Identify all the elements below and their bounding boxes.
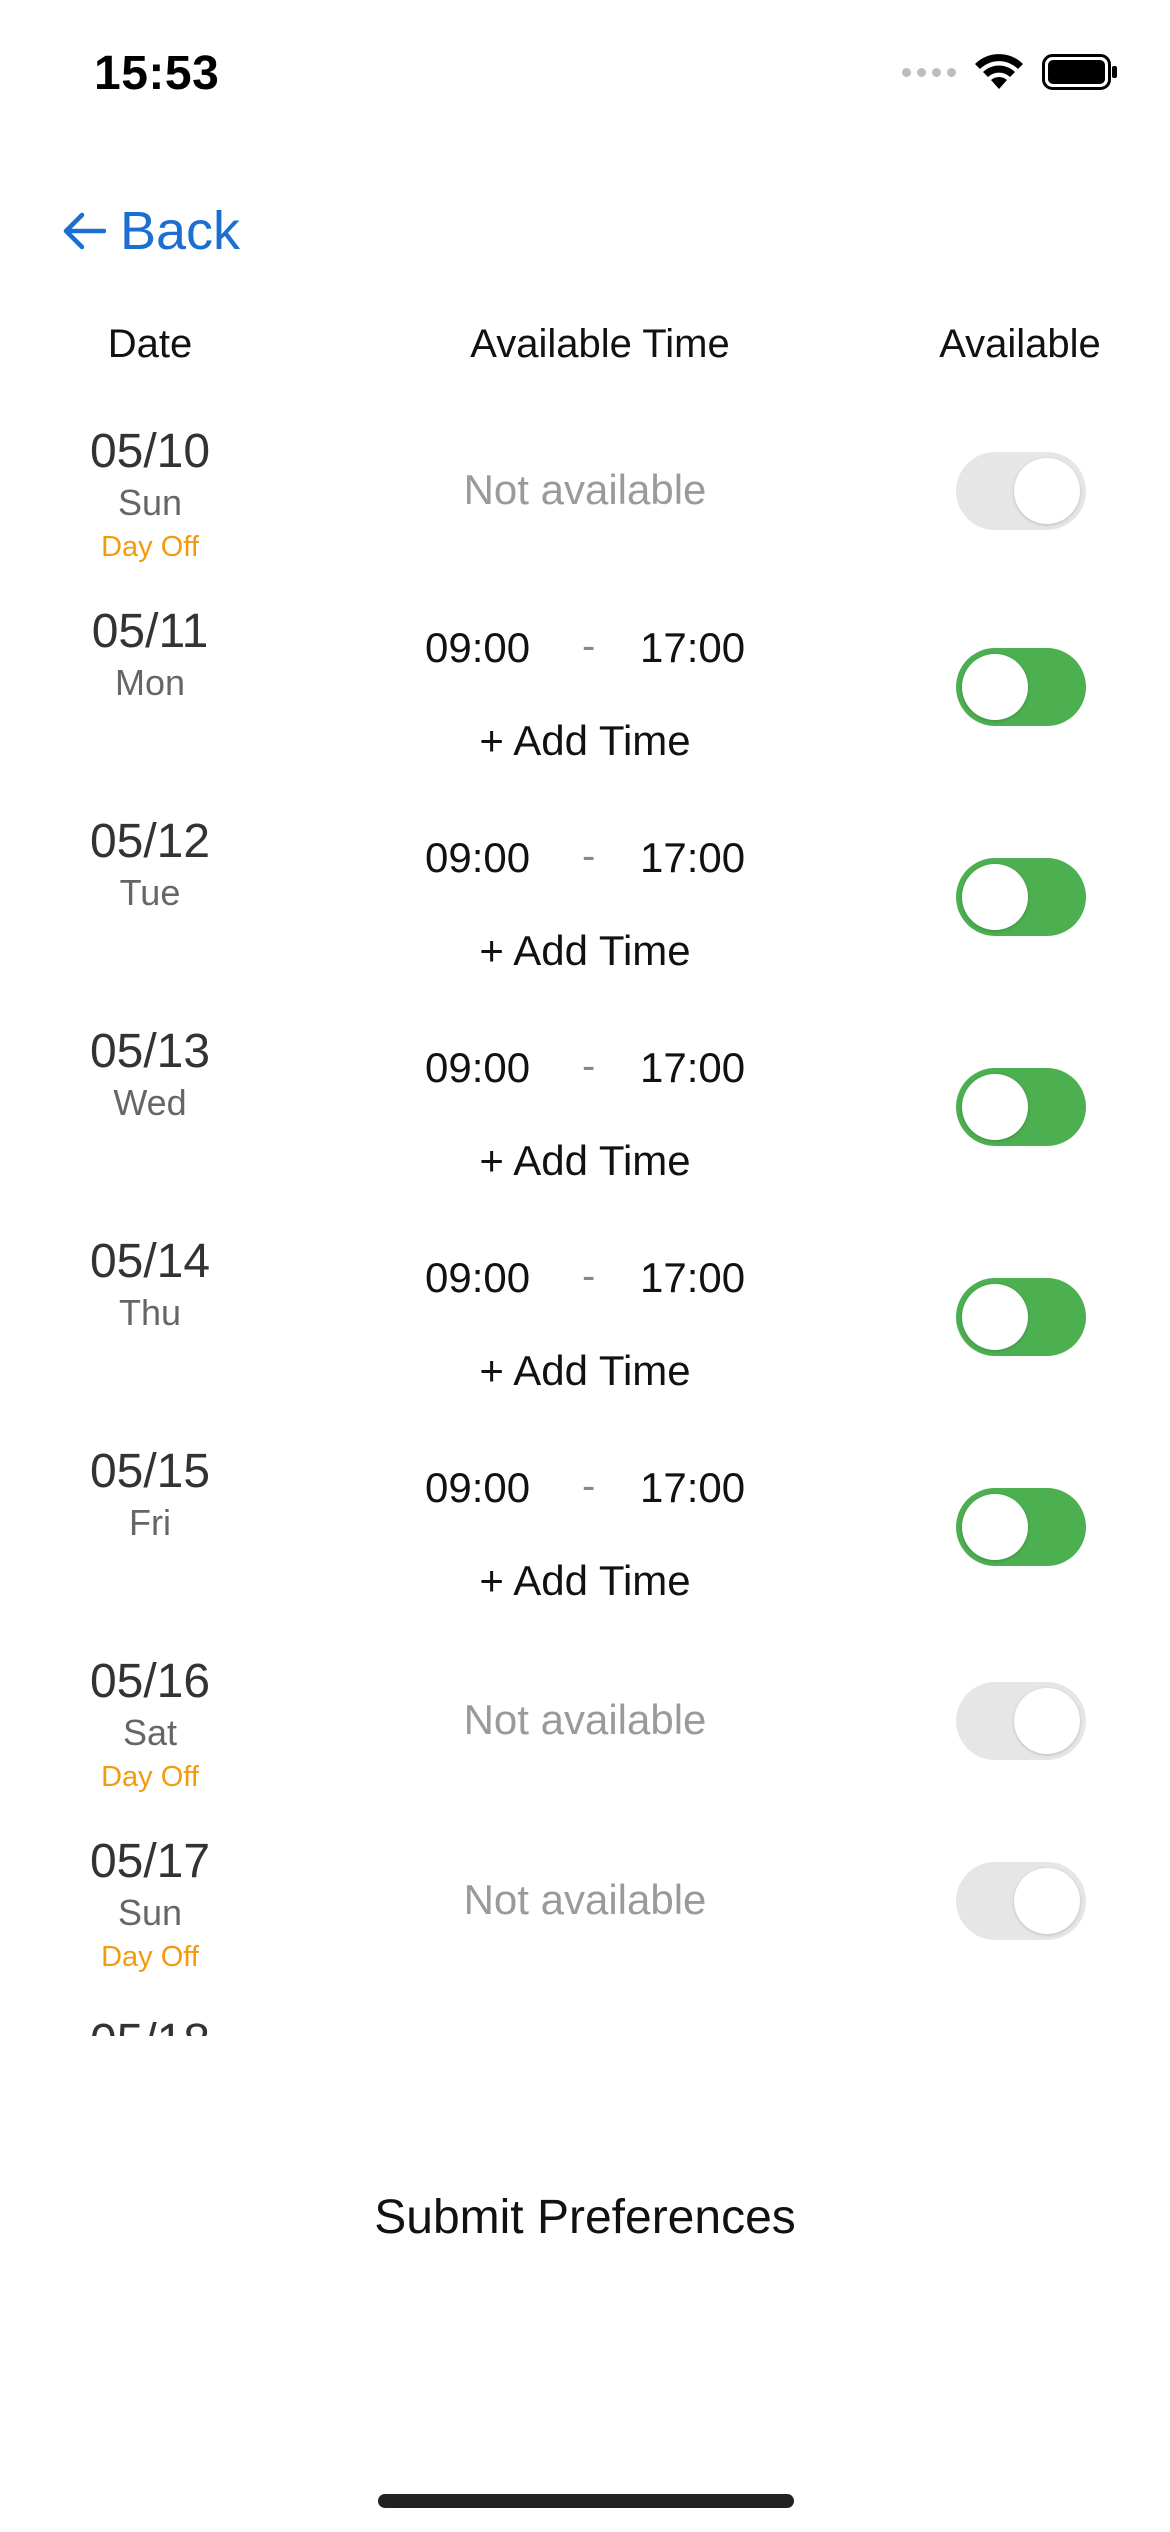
end-time-field[interactable]: 17:00 — [640, 1044, 745, 1092]
toggle-knob — [962, 864, 1028, 930]
toggle-knob — [962, 654, 1028, 720]
availability-toggle[interactable] — [956, 1488, 1086, 1566]
date-label: 05/18 — [90, 2014, 210, 2036]
time-separator: - — [582, 834, 596, 878]
end-time-field[interactable]: 17:00 — [640, 1254, 745, 1302]
availability-toggle[interactable] — [956, 1068, 1086, 1146]
date-cell: 05/15 Fri — [90, 1444, 210, 1546]
date-label: 05/16 — [89, 1655, 211, 1708]
date-label: 05/13 — [89, 1025, 211, 1078]
not-available-label: Not available — [463, 1696, 707, 1743]
end-time-field[interactable]: 17:00 — [640, 1464, 745, 1512]
day-off-label: Day Off — [101, 1941, 199, 1973]
date-label: 05/10 — [89, 425, 211, 478]
end-time-field[interactable]: 17:00 — [640, 834, 745, 882]
start-time-field[interactable]: 09:00 — [425, 1464, 530, 1512]
weekday-label: Sun — [117, 1892, 183, 1933]
add-time-button[interactable]: + Add Time — [479, 927, 690, 975]
time-separator: - — [582, 1254, 596, 1298]
start-time-field[interactable]: 09:00 — [425, 624, 530, 672]
weekday-label: Wed — [113, 1082, 187, 1123]
start-time-field[interactable]: 09:00 — [425, 1044, 530, 1092]
date-label: 05/12 — [89, 815, 211, 868]
submit-preferences-button[interactable]: Submit Preferences — [374, 2190, 796, 2245]
start-time-field[interactable]: 09:00 — [425, 1254, 530, 1302]
date-cell: 05/17 Sun Day Off — [90, 1834, 210, 1978]
time-separator: - — [582, 1464, 596, 1508]
toggle-knob — [962, 1284, 1028, 1350]
time-separator: - — [582, 1044, 596, 1088]
weekday-label: Mon — [114, 662, 186, 703]
toggle-knob — [962, 1074, 1028, 1140]
add-time-button[interactable]: + Add Time — [479, 1347, 690, 1395]
weekday-label: Sat — [122, 1712, 178, 1753]
toggle-knob — [962, 1494, 1028, 1560]
availability-toggle[interactable] — [956, 452, 1086, 530]
availability-toggle[interactable] — [956, 1862, 1086, 1940]
toggle-knob — [1014, 1868, 1080, 1934]
weekday-label: Thu — [118, 1292, 182, 1333]
add-time-button[interactable]: + Add Time — [479, 1137, 690, 1185]
availability-toggle[interactable] — [956, 858, 1086, 936]
date-cell: 05/13 Wed — [90, 1024, 210, 1126]
availability-list[interactable]: 05/10 Sun Day Off Not available 05/11 Mo… — [0, 0, 1170, 2036]
add-time-button[interactable]: + Add Time — [479, 717, 690, 765]
date-label: 05/15 — [89, 1445, 211, 1498]
availability-toggle[interactable] — [956, 648, 1086, 726]
date-cell: 05/16 Sat Day Off — [90, 1654, 210, 1798]
date-cell: 05/18 — [90, 2014, 210, 2036]
start-time-field[interactable]: 09:00 — [425, 834, 530, 882]
home-indicator[interactable] — [378, 2494, 794, 2508]
not-available-label: Not available — [463, 466, 707, 513]
end-time-field[interactable]: 17:00 — [640, 624, 745, 672]
add-time-button[interactable]: + Add Time — [479, 1557, 690, 1605]
date-cell: 05/10 Sun Day Off — [90, 424, 210, 568]
date-cell: 05/11 Mon — [92, 604, 209, 706]
toggle-knob — [1014, 458, 1080, 524]
day-off-label: Day Off — [101, 1761, 199, 1793]
availability-toggle[interactable] — [956, 1682, 1086, 1760]
weekday-label: Sun — [117, 482, 183, 523]
day-off-label: Day Off — [101, 531, 199, 563]
weekday-label: Fri — [129, 1502, 171, 1543]
date-label: 05/14 — [89, 1235, 211, 1288]
date-cell: 05/12 Tue — [90, 814, 210, 916]
weekday-label: Tue — [119, 872, 181, 913]
not-available-label: Not available — [463, 1876, 707, 1923]
availability-toggle[interactable] — [956, 1278, 1086, 1356]
date-label: 05/17 — [89, 1835, 211, 1888]
date-label: 05/11 — [91, 605, 209, 658]
time-separator: - — [582, 624, 596, 668]
toggle-knob — [1014, 1688, 1080, 1754]
date-cell: 05/14 Thu — [90, 1234, 210, 1336]
